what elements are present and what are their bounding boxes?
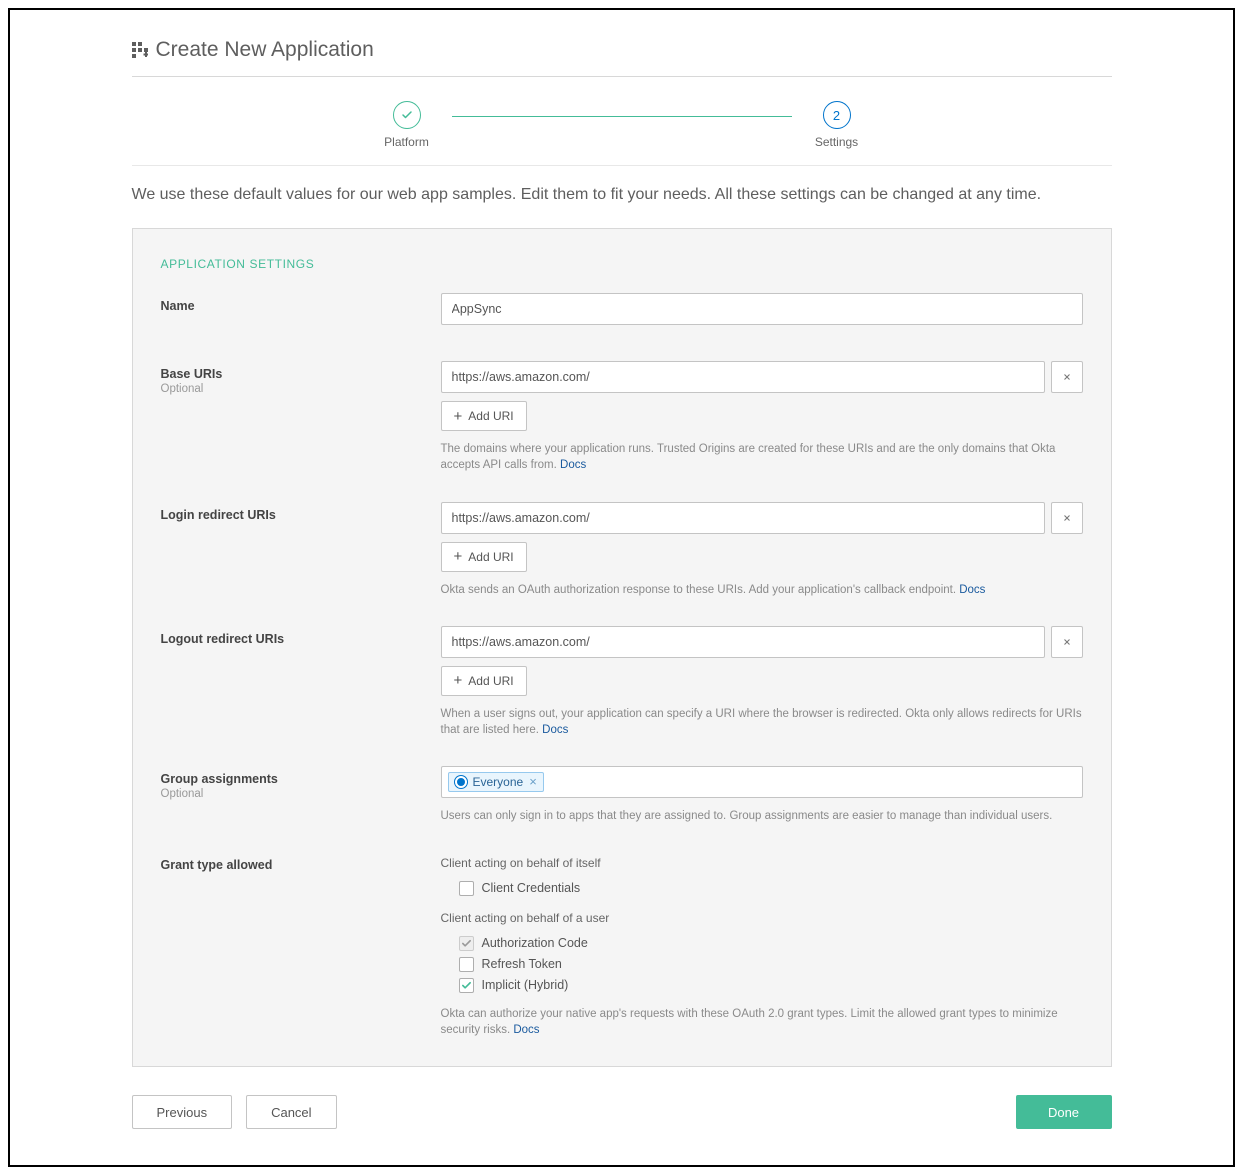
remove-login-uri-button[interactable]	[1051, 502, 1083, 534]
name-input[interactable]	[441, 293, 1083, 325]
settings-panel: APPLICATION SETTINGS Name Base URIs Opti…	[132, 228, 1112, 1067]
base-uri-input[interactable]	[441, 361, 1045, 393]
remove-base-uri-button[interactable]	[1051, 361, 1083, 393]
base-uris-helper: The domains where your application runs.…	[441, 441, 1083, 473]
remove-logout-uri-button[interactable]	[1051, 626, 1083, 658]
add-base-uri-button[interactable]: + Add URI	[441, 401, 527, 431]
add-logout-uri-label: Add URI	[468, 674, 513, 688]
base-uris-optional: Optional	[161, 383, 441, 395]
grant-refresh-token-label: Refresh Token	[482, 957, 562, 971]
grant-helper: Okta can authorize your native app's req…	[441, 1006, 1083, 1038]
login-uri-input[interactable]	[441, 502, 1045, 534]
group-assign-helper: Users can only sign in to apps that they…	[441, 808, 1083, 824]
checkbox-checked-disabled-icon	[459, 936, 474, 951]
page-title: Create New Application	[156, 38, 374, 62]
apps-grid-icon	[132, 42, 148, 58]
add-logout-uri-button[interactable]: + Add URI	[441, 666, 527, 696]
grant-user-title: Client acting on behalf of a user	[441, 911, 1083, 925]
grant-label: Grant type allowed	[161, 852, 441, 872]
step-settings-label: Settings	[815, 135, 858, 149]
logout-uris-label: Logout redirect URIs	[161, 626, 441, 646]
cancel-button[interactable]: Cancel	[246, 1095, 336, 1129]
grant-client-credentials[interactable]: Client Credentials	[441, 878, 1083, 899]
add-base-uri-label: Add URI	[468, 409, 513, 423]
section-title: APPLICATION SETTINGS	[161, 257, 1083, 271]
step-settings: 2 Settings	[792, 101, 882, 149]
done-button[interactable]: Done	[1016, 1095, 1112, 1129]
base-uris-docs-link[interactable]: Docs	[560, 459, 586, 471]
grant-authorization-code[interactable]: Authorization Code	[441, 933, 1083, 954]
step-settings-circle: 2	[823, 101, 851, 129]
grant-implicit-hybrid-label: Implicit (Hybrid)	[482, 978, 569, 992]
logout-uris-docs-link[interactable]: Docs	[542, 724, 568, 736]
logout-uris-helper: When a user signs out, your application …	[441, 706, 1083, 738]
group-assign-label-text: Group assignments	[161, 772, 278, 786]
grant-implicit-hybrid[interactable]: Implicit (Hybrid)	[441, 975, 1083, 996]
step-connector	[452, 116, 792, 117]
grant-docs-link[interactable]: Docs	[513, 1024, 539, 1036]
base-uris-label: Base URIs Optional	[161, 361, 441, 395]
group-assign-input[interactable]: Everyone ×	[441, 766, 1083, 798]
login-uris-docs-link[interactable]: Docs	[959, 584, 985, 596]
base-uris-label-text: Base URIs	[161, 367, 223, 381]
grant-refresh-token[interactable]: Refresh Token	[441, 954, 1083, 975]
group-tag-label: Everyone	[473, 775, 524, 789]
stepper: Platform 2 Settings	[132, 95, 1112, 166]
group-assign-optional: Optional	[161, 788, 441, 800]
intro-text: We use these default values for our web …	[132, 184, 1112, 206]
step-platform-circle	[393, 101, 421, 129]
add-login-uri-label: Add URI	[468, 550, 513, 564]
checkbox-checked-icon	[459, 978, 474, 993]
group-assign-label: Group assignments Optional	[161, 766, 441, 800]
step-platform-label: Platform	[384, 135, 429, 149]
checkbox-icon	[459, 957, 474, 972]
login-uris-helper: Okta sends an OAuth authorization respon…	[441, 582, 1083, 598]
group-tag-everyone[interactable]: Everyone ×	[448, 772, 544, 792]
logout-uri-input[interactable]	[441, 626, 1045, 658]
add-login-uri-button[interactable]: + Add URI	[441, 542, 527, 572]
plus-icon: +	[454, 549, 463, 564]
group-icon	[455, 776, 467, 788]
grant-self-title: Client acting on behalf of itself	[441, 856, 1083, 870]
previous-button[interactable]: Previous	[132, 1095, 233, 1129]
name-label: Name	[161, 293, 441, 313]
grant-client-credentials-label: Client Credentials	[482, 881, 581, 895]
step-platform: Platform	[362, 101, 452, 149]
login-uris-label: Login redirect URIs	[161, 502, 441, 522]
plus-icon: +	[454, 673, 463, 688]
checkbox-icon	[459, 881, 474, 896]
plus-icon: +	[454, 409, 463, 424]
remove-group-icon[interactable]: ×	[529, 775, 537, 788]
grant-authorization-code-label: Authorization Code	[482, 936, 588, 950]
